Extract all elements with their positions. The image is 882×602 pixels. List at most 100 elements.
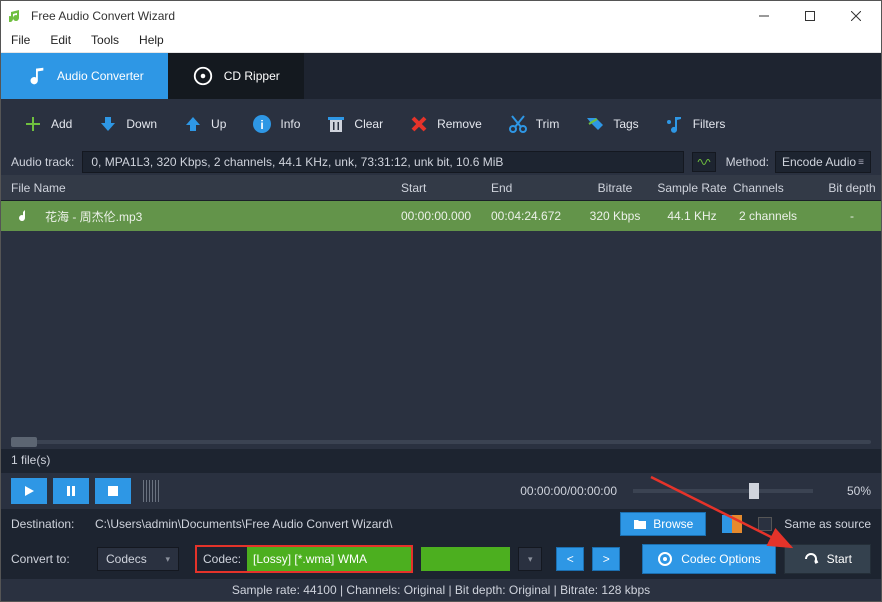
- cell-start: 00:00:00.000: [401, 209, 491, 223]
- stop-button[interactable]: [95, 478, 131, 504]
- codec-options-button[interactable]: Codec Options: [642, 544, 775, 574]
- play-time: 00:00:00/00:00:00: [520, 484, 617, 498]
- trim-button[interactable]: Trim: [508, 114, 560, 134]
- next-codec-button[interactable]: >: [592, 547, 620, 571]
- prev-codec-button[interactable]: <: [556, 547, 584, 571]
- h-scrollbar[interactable]: [1, 435, 881, 449]
- tab-label: CD Ripper: [224, 69, 280, 83]
- refresh-icon: [803, 551, 819, 567]
- play-percent: 50%: [831, 484, 871, 498]
- menu-help[interactable]: Help: [135, 31, 168, 49]
- remove-button[interactable]: Remove: [409, 114, 482, 134]
- chevron-down-icon: ▾: [528, 554, 533, 565]
- trash-icon: [326, 114, 346, 134]
- player-controls: 00:00:00/00:00:00 50%: [1, 473, 881, 509]
- down-button[interactable]: Down: [98, 114, 157, 134]
- folder-icon: [633, 518, 647, 530]
- tags-button[interactable]: Tags: [585, 114, 638, 134]
- start-button[interactable]: Start: [784, 544, 871, 574]
- codec-label: Codec:: [197, 547, 247, 571]
- codec-value[interactable]: [Lossy] [*.wma] WMA: [247, 547, 411, 571]
- plus-icon: [23, 114, 43, 134]
- menu-icon: ≡: [858, 157, 864, 168]
- info-icon: i: [252, 114, 272, 134]
- maximize-button[interactable]: [787, 1, 833, 31]
- method-label: Method:: [726, 155, 769, 169]
- cell-channels: 2 channels: [733, 209, 823, 223]
- col-sample[interactable]: Sample Rate: [651, 181, 733, 195]
- col-depth[interactable]: Bit depth: [823, 181, 881, 195]
- menubar: File Edit Tools Help: [1, 31, 881, 53]
- col-channels[interactable]: Channels: [733, 181, 823, 195]
- table-header: File Name Start End Bitrate Sample Rate …: [1, 175, 881, 201]
- scroll-thumb[interactable]: [11, 437, 37, 447]
- chevron-down-icon: ▾: [165, 554, 170, 565]
- up-button[interactable]: Up: [183, 114, 226, 134]
- file-list[interactable]: 花海 - 周杰伦.mp3 00:00:00.000 00:04:24.672 3…: [1, 201, 881, 435]
- cell-bitrate: 320 Kbps: [579, 209, 651, 223]
- disc-icon: [192, 65, 214, 87]
- filter-icon: [665, 114, 685, 134]
- status-bar: Sample rate: 44100 | Channels: Original …: [1, 579, 881, 601]
- play-button[interactable]: [11, 478, 47, 504]
- audio-track-label: Audio track:: [11, 155, 74, 169]
- music-note-icon: [25, 65, 47, 87]
- destination-label: Destination:: [11, 517, 89, 531]
- progress-slider[interactable]: [633, 489, 813, 493]
- cell-depth: -: [823, 209, 881, 223]
- wave-button[interactable]: [692, 152, 716, 172]
- menu-edit[interactable]: Edit: [46, 31, 75, 49]
- codec-highlight-box: Codec: [Lossy] [*.wma] WMA: [195, 545, 413, 573]
- tab-cd-ripper[interactable]: CD Ripper: [168, 53, 304, 99]
- toolbar: Add Down Up iInfo Clear Remove Trim Tags…: [1, 99, 881, 149]
- browse-button[interactable]: Browse: [620, 512, 706, 536]
- gear-icon: [657, 551, 673, 567]
- svg-text:i: i: [261, 118, 264, 132]
- col-start[interactable]: Start: [401, 181, 491, 195]
- music-file-icon: [1, 208, 45, 224]
- color-swatch-icon[interactable]: [722, 515, 742, 533]
- codec-group-select[interactable]: Codecs▾: [97, 547, 179, 571]
- add-button[interactable]: Add: [23, 114, 72, 134]
- menu-file[interactable]: File: [7, 31, 34, 49]
- slider-thumb[interactable]: [749, 483, 759, 499]
- same-as-source-label: Same as source: [784, 517, 871, 531]
- menu-tools[interactable]: Tools: [87, 31, 123, 49]
- titlebar: Free Audio Convert Wizard: [1, 1, 881, 31]
- destination-row: Destination: C:\Users\admin\Documents\Fr…: [1, 509, 881, 539]
- codec-dropdown-button[interactable]: ▾: [518, 547, 542, 571]
- app-logo-icon: [9, 8, 25, 24]
- destination-path[interactable]: C:\Users\admin\Documents\Free Audio Conv…: [95, 517, 614, 531]
- convert-row: Convert to: Codecs▾ Codec: [Lossy] [*.wm…: [1, 539, 881, 579]
- tab-audio-converter[interactable]: Audio Converter: [1, 53, 168, 99]
- minimize-button[interactable]: [741, 1, 787, 31]
- same-as-source-checkbox[interactable]: [758, 517, 772, 531]
- pause-button[interactable]: [53, 478, 89, 504]
- scissors-icon: [508, 114, 528, 134]
- col-end[interactable]: End: [491, 181, 579, 195]
- audio-track-value[interactable]: 0, MPA1L3, 320 Kbps, 2 channels, 44.1 KH…: [82, 151, 683, 173]
- arrow-down-icon: [98, 114, 118, 134]
- tag-icon: [585, 114, 605, 134]
- close-button[interactable]: [833, 1, 879, 31]
- col-filename[interactable]: File Name: [1, 181, 401, 195]
- audio-track-row: Audio track: 0, MPA1L3, 320 Kbps, 2 chan…: [1, 149, 881, 175]
- clear-button[interactable]: Clear: [326, 114, 383, 134]
- tab-label: Audio Converter: [57, 69, 144, 83]
- tabbar: Audio Converter CD Ripper: [1, 53, 881, 99]
- grip-icon[interactable]: [143, 480, 161, 502]
- arrow-up-icon: [183, 114, 203, 134]
- x-icon: [409, 114, 429, 134]
- col-bitrate[interactable]: Bitrate: [579, 181, 651, 195]
- codec-bar-extension[interactable]: [421, 547, 510, 571]
- method-select[interactable]: Encode Audio≡: [775, 151, 871, 173]
- cell-end: 00:04:24.672: [491, 209, 579, 223]
- convert-to-label: Convert to:: [11, 552, 89, 566]
- window-title: Free Audio Convert Wizard: [31, 9, 741, 23]
- cell-sample: 44.1 KHz: [651, 209, 733, 223]
- file-count: 1 file(s): [1, 449, 881, 473]
- filters-button[interactable]: Filters: [665, 114, 726, 134]
- info-button[interactable]: iInfo: [252, 114, 300, 134]
- table-row[interactable]: 花海 - 周杰伦.mp3 00:00:00.000 00:04:24.672 3…: [1, 201, 881, 231]
- cell-filename: 花海 - 周杰伦.mp3: [45, 208, 401, 225]
